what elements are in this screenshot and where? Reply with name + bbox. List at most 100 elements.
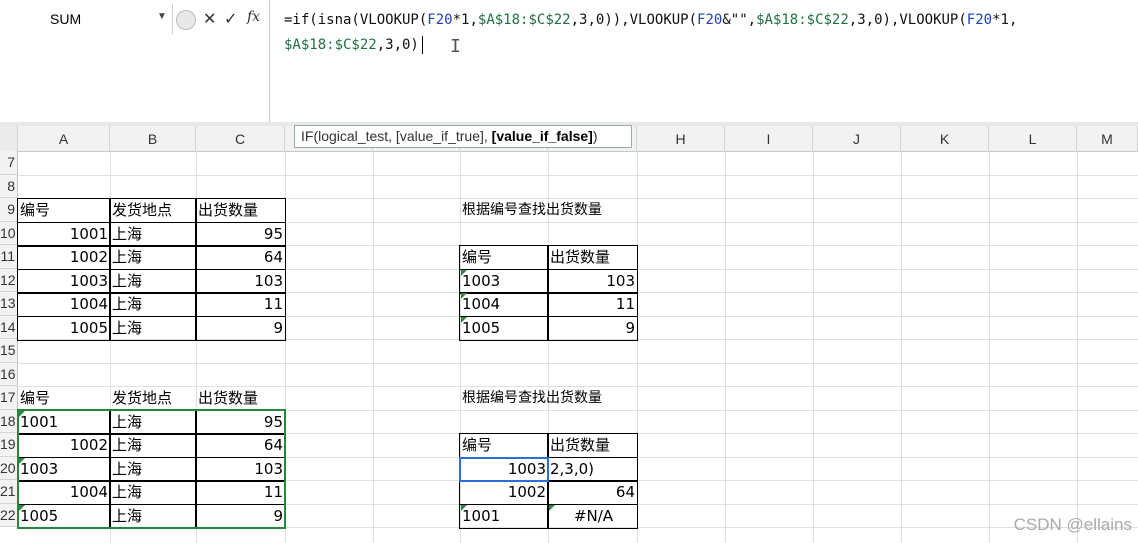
error-indicator-icon[interactable]	[461, 316, 467, 323]
table-cell[interactable]: 103	[196, 270, 285, 293]
formula-input[interactable]: =if(isna(VLOOKUP(F20*1,$A$18:$C$22,3,0))…	[269, 0, 1138, 122]
row-header[interactable]: 11	[0, 245, 18, 269]
table-cell[interactable]: 1001	[18, 411, 110, 434]
row-header[interactable]: 12	[0, 268, 18, 292]
enter-icon[interactable]: ✓	[224, 9, 237, 28]
row-header[interactable]: 22	[0, 503, 18, 527]
row-header[interactable]: 20	[0, 456, 18, 480]
row-header[interactable]: 17	[0, 386, 18, 410]
column-header[interactable]: L	[989, 126, 1077, 152]
error-indicator-icon[interactable]	[19, 410, 25, 417]
name-box[interactable]: SUM ▼	[0, 4, 173, 34]
table-cell[interactable]: 95	[196, 223, 285, 246]
table-cell[interactable]: 1003	[460, 270, 548, 293]
table-header[interactable]: 编号	[18, 199, 110, 222]
row-header[interactable]: 14	[0, 315, 18, 339]
table-cell[interactable]: 上海	[110, 246, 196, 269]
gridline	[18, 174, 1138, 176]
table-cell[interactable]: 1003	[18, 270, 110, 293]
column-header[interactable]: H	[637, 126, 725, 152]
select-all-corner[interactable]	[0, 126, 18, 152]
error-indicator-icon[interactable]	[549, 504, 555, 511]
formula-token: *1,	[452, 12, 478, 28]
table-cell[interactable]: 1002	[460, 481, 548, 504]
error-indicator-icon[interactable]	[19, 504, 25, 511]
table-cell[interactable]: 1001	[460, 505, 548, 528]
error-indicator-icon[interactable]	[19, 457, 25, 464]
row-header[interactable]: 7	[0, 151, 18, 175]
table-cell[interactable]: 1002	[18, 246, 110, 269]
scroll-handle-icon[interactable]	[176, 10, 196, 30]
table-cell[interactable]: #N/A	[548, 505, 637, 528]
table-cell[interactable]: 1004	[18, 293, 110, 316]
table-cell[interactable]: 上海	[110, 458, 196, 481]
formula-overflow-cell[interactable]: 2,3,0)	[548, 458, 637, 481]
table-border	[17, 503, 286, 505]
column-header[interactable]: A	[18, 126, 110, 152]
error-indicator-icon[interactable]	[461, 504, 467, 511]
table-header[interactable]: 出货数量	[196, 387, 285, 410]
row-header[interactable]: 19	[0, 433, 18, 457]
row-header[interactable]: 9	[0, 198, 18, 222]
table-cell[interactable]: 9	[196, 505, 285, 528]
active-cell[interactable]	[459, 456, 549, 482]
table-cell[interactable]: 64	[196, 246, 285, 269]
table-cell[interactable]: 11	[548, 293, 637, 316]
column-header[interactable]: M	[1077, 126, 1138, 152]
row-header[interactable]: 16	[0, 362, 18, 386]
table-header[interactable]: 编号	[460, 434, 548, 457]
insert-function-icon[interactable]: fx	[247, 9, 260, 25]
table-header[interactable]: 出货数量	[548, 434, 637, 457]
table-cell[interactable]: 上海	[110, 411, 196, 434]
table-cell[interactable]: 上海	[110, 270, 196, 293]
chevron-down-icon[interactable]: ▼	[157, 11, 167, 22]
error-indicator-icon[interactable]	[461, 293, 467, 299]
column-header[interactable]: B	[110, 126, 196, 152]
column-header[interactable]: K	[901, 126, 989, 152]
row-header[interactable]: 15	[0, 339, 18, 363]
row-header[interactable]: 8	[0, 174, 18, 198]
table-header[interactable]: 编号	[18, 387, 110, 410]
table-cell[interactable]: 上海	[110, 434, 196, 457]
gridline	[1077, 152, 1078, 543]
table-cell[interactable]: 64	[548, 481, 637, 504]
column-header[interactable]: I	[725, 126, 813, 152]
table-cell[interactable]: 1004	[18, 481, 110, 504]
table-cell[interactable]: 1001	[18, 223, 110, 246]
table-cell[interactable]: 1003	[18, 458, 110, 481]
error-indicator-icon[interactable]	[461, 269, 467, 276]
table-cell[interactable]: 上海	[110, 223, 196, 246]
lookup-title[interactable]: 根据编号查找出货数量	[460, 387, 725, 410]
table-cell[interactable]: 1005	[18, 317, 110, 340]
row-header[interactable]: 21	[0, 480, 18, 504]
table-cell[interactable]: 1002	[18, 434, 110, 457]
column-header[interactable]: J	[813, 126, 901, 152]
table-border	[17, 245, 286, 247]
row-header[interactable]: 10	[0, 221, 18, 245]
table-header[interactable]: 出货数量	[548, 246, 637, 269]
column-header[interactable]: C	[196, 126, 285, 152]
table-cell[interactable]: 11	[196, 481, 285, 504]
table-cell[interactable]: 上海	[110, 317, 196, 340]
lookup-title[interactable]: 根据编号查找出货数量	[460, 199, 725, 222]
cancel-icon[interactable]: ✕	[203, 9, 216, 28]
table-header[interactable]: 出货数量	[196, 199, 285, 222]
table-cell[interactable]: 9	[196, 317, 285, 340]
table-cell[interactable]: 11	[196, 293, 285, 316]
table-cell[interactable]: 103	[196, 458, 285, 481]
table-cell[interactable]: 1004	[460, 293, 548, 316]
row-header[interactable]: 13	[0, 292, 18, 316]
table-cell[interactable]: 1005	[460, 317, 548, 340]
table-cell[interactable]: 上海	[110, 505, 196, 528]
table-header[interactable]: 发货地点	[110, 199, 196, 222]
table-cell[interactable]: 上海	[110, 481, 196, 504]
table-header[interactable]: 编号	[460, 246, 548, 269]
table-cell[interactable]: 上海	[110, 293, 196, 316]
table-cell[interactable]: 9	[548, 317, 637, 340]
table-cell[interactable]: 1005	[18, 505, 110, 528]
table-cell[interactable]: 64	[196, 434, 285, 457]
table-cell[interactable]: 95	[196, 411, 285, 434]
table-header[interactable]: 发货地点	[110, 387, 196, 410]
table-cell[interactable]: 103	[548, 270, 637, 293]
row-header[interactable]: 18	[0, 409, 18, 433]
